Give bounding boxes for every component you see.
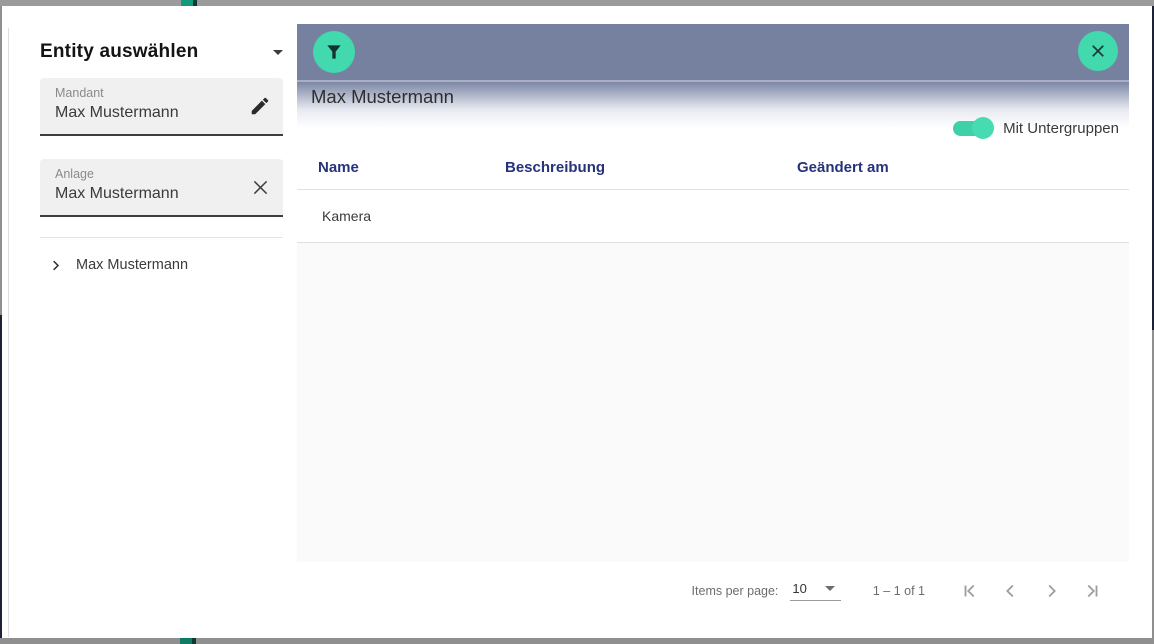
close-button[interactable] xyxy=(1078,31,1118,71)
toggle-thumb[interactable] xyxy=(972,117,994,139)
subgroups-toggle-row: Mit Untergruppen xyxy=(297,108,1129,148)
collapse-caret-icon[interactable] xyxy=(273,50,283,55)
sidebar-divider xyxy=(40,237,283,238)
anlage-field-label: Anlage xyxy=(55,167,94,181)
panel-header-bar xyxy=(297,24,1129,80)
tree-item-max-mustermann[interactable]: Max Mustermann xyxy=(48,251,283,279)
background-window-bottom-edge xyxy=(0,638,1154,644)
next-page-button[interactable] xyxy=(1031,571,1071,611)
table-empty-area xyxy=(297,243,1129,562)
background-window-top-edge xyxy=(0,0,1154,6)
mandant-field-label: Mandant xyxy=(55,86,104,100)
subgroups-toggle-label: Mit Untergruppen xyxy=(1003,120,1119,137)
clear-x-icon[interactable] xyxy=(248,175,272,199)
column-header-geaendert-am: Geändert am xyxy=(797,159,1129,176)
paginator: Items per page: 10 1 – 1 of 1 xyxy=(297,562,1129,620)
page-size-value: 10 xyxy=(792,581,806,596)
filter-button[interactable] xyxy=(313,31,355,73)
close-x-icon xyxy=(1089,42,1107,60)
chevron-right-icon[interactable] xyxy=(48,258,63,273)
background-window-bottom-accent xyxy=(180,638,192,644)
background-window-left-edge xyxy=(0,6,2,315)
next-page-icon xyxy=(1040,580,1062,602)
cell-name: Kamera xyxy=(297,208,505,224)
previous-page-icon xyxy=(1000,580,1022,602)
background-window-top-accent-dark xyxy=(193,0,197,6)
select-caret-icon xyxy=(825,586,835,591)
mandant-field[interactable]: Mandant Max Mustermann xyxy=(40,78,283,136)
last-page-button[interactable] xyxy=(1071,571,1111,611)
mandant-field-value: Max Mustermann xyxy=(55,104,179,122)
filter-funnel-icon xyxy=(324,42,344,62)
table-header-row: Name Beschreibung Geändert am xyxy=(297,145,1129,190)
first-page-button[interactable] xyxy=(951,571,991,611)
background-window-top-accent xyxy=(181,0,193,6)
first-page-icon xyxy=(960,580,982,602)
page-range-label: 1 – 1 of 1 xyxy=(873,584,925,598)
dialog-left-border xyxy=(8,28,9,637)
column-header-beschreibung: Beschreibung xyxy=(505,159,797,176)
anlage-field[interactable]: Anlage Max Mustermann xyxy=(40,159,283,217)
panel-title: Max Mustermann xyxy=(311,86,454,108)
sidebar-header: Entity auswählen xyxy=(40,38,283,66)
anlage-field-value: Max Mustermann xyxy=(55,185,179,203)
subgroups-toggle[interactable] xyxy=(953,117,991,139)
background-window-left-edge-dark xyxy=(0,315,2,638)
entity-panel: Max Mustermann Mit Untergruppen Name Bes… xyxy=(297,24,1129,620)
tree-item-label: Max Mustermann xyxy=(76,257,188,273)
column-header-name: Name xyxy=(297,159,505,176)
background-window-bottom-accent-dark xyxy=(192,638,196,644)
items-per-page-label: Items per page: xyxy=(692,584,779,598)
previous-page-button[interactable] xyxy=(991,571,1031,611)
page-size-select[interactable]: 10 xyxy=(790,581,840,601)
sidebar-title: Entity auswählen xyxy=(40,41,198,63)
edit-pencil-icon[interactable] xyxy=(248,94,272,118)
table-row[interactable]: Kamera xyxy=(297,190,1129,243)
last-page-icon xyxy=(1080,580,1102,602)
